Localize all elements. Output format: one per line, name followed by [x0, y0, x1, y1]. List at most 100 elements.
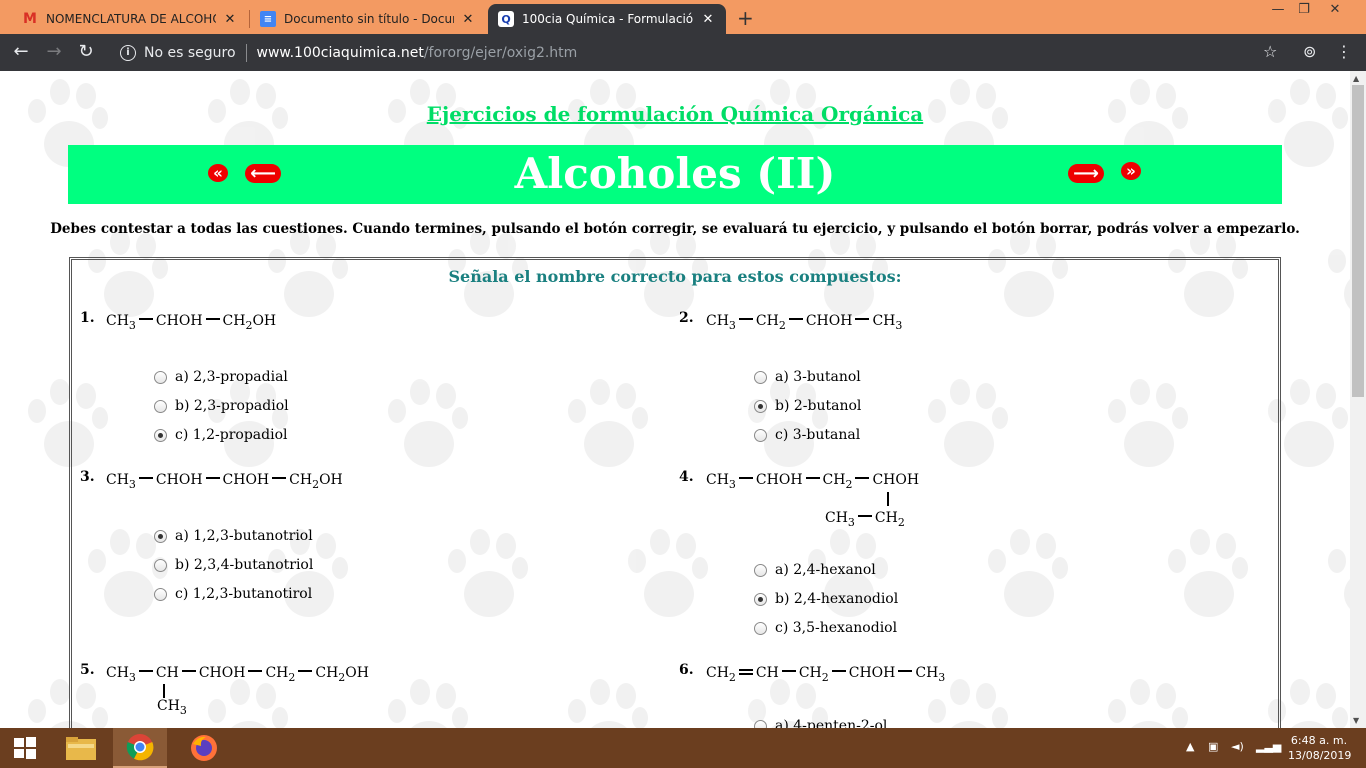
- option-label: a) 4-penten-2-ol: [775, 718, 888, 728]
- option-label: a) 3-butanol: [775, 369, 861, 385]
- question-number: 4.: [679, 469, 694, 485]
- windows-taskbar: ▲ ▣ ◄) ▂▃▅ 6:48 a. m. 13/08/2019: [0, 728, 1366, 768]
- tab-documento[interactable]: ≡ Documento sin título - Documen ✕: [250, 4, 486, 34]
- start-button[interactable]: [0, 728, 50, 768]
- question-box: Señala el nombre correcto para estos com…: [69, 257, 1281, 728]
- first-page-button[interactable]: «: [208, 164, 228, 182]
- volume-icon[interactable]: ◄): [1231, 740, 1244, 753]
- option-label: b) 2-butanol: [775, 398, 862, 414]
- folder-icon: [66, 737, 96, 760]
- site-q-icon: Q: [498, 11, 514, 27]
- option-q4-a[interactable]: a) 2,4-hexanol: [754, 562, 876, 578]
- close-icon[interactable]: ✕: [222, 12, 238, 27]
- radio-button[interactable]: [154, 370, 167, 384]
- question-number: 5.: [80, 662, 95, 678]
- radio-button[interactable]: [754, 621, 767, 635]
- radio-button[interactable]: [754, 719, 767, 728]
- scroll-down-icon[interactable]: ▼: [1353, 716, 1359, 725]
- question-number: 3.: [80, 469, 95, 485]
- forward-icon[interactable]: →: [42, 41, 66, 62]
- formula-q4-branch: CH3 CH2: [825, 510, 905, 529]
- radio-button[interactable]: [754, 563, 767, 577]
- option-label: c) 3,5-hexanodiol: [775, 620, 898, 636]
- option-q1-a[interactable]: a) 2,3-propadial: [154, 369, 288, 385]
- scrollbar-thumb[interactable]: [1352, 85, 1364, 397]
- back-icon[interactable]: ←: [9, 41, 33, 62]
- bookmark-star-icon[interactable]: ☆: [1263, 42, 1277, 61]
- double-right-arrow-icon: »: [1126, 162, 1136, 180]
- radio-button[interactable]: [154, 428, 167, 442]
- taskbar-chrome[interactable]: [113, 728, 167, 768]
- tab-100cia[interactable]: Q 100cia Química - Formulación de ✕: [488, 4, 726, 34]
- option-label: c) 3-butanal: [775, 427, 861, 443]
- option-q2-b[interactable]: b) 2-butanol: [754, 398, 861, 414]
- radio-button[interactable]: [754, 370, 767, 384]
- formula-q3: CH3 CHOH CHOH CH2OH: [106, 472, 343, 491]
- question-number: 6.: [679, 662, 694, 678]
- paw-print-decoration: [1320, 221, 1350, 331]
- right-arrow-icon: ⟶: [1073, 163, 1099, 184]
- option-q1-c[interactable]: c) 1,2-propadiol: [154, 427, 288, 443]
- option-q2-c[interactable]: c) 3-butanal: [754, 427, 860, 443]
- question-heading: Señala el nombre correcto para estos com…: [448, 267, 902, 286]
- option-label: a) 2,3-propadial: [175, 369, 288, 385]
- formula-q5-vertical-bond: [163, 684, 165, 698]
- option-q3-a[interactable]: a) 1,2,3-butanotriol: [154, 528, 313, 544]
- option-q4-b[interactable]: b) 2,4-hexanodiol: [754, 591, 898, 607]
- option-q3-b[interactable]: b) 2,3,4-butanotriol: [154, 557, 313, 573]
- option-q4-c[interactable]: c) 3,5-hexanodiol: [754, 620, 897, 636]
- url-path: /fororg/ejer/oxig2.htm: [423, 44, 578, 61]
- paw-print-decoration: [1320, 521, 1350, 631]
- taskbar-clock[interactable]: 6:48 a. m. 13/08/2019: [1288, 733, 1351, 763]
- radio-button[interactable]: [154, 399, 167, 413]
- site-title-link[interactable]: Ejercicios de formulación Química Orgáni…: [0, 102, 1350, 126]
- tab-title: Documento sin título - Documen: [284, 12, 454, 26]
- radio-button[interactable]: [154, 558, 167, 572]
- formula-q1: CH3 CHOH CH2OH: [106, 313, 277, 332]
- restore-icon[interactable]: ❐: [1289, 2, 1319, 17]
- tab-title: NOMENCLATURA DE ALCOHOLE: [46, 12, 216, 26]
- option-label: b) 2,4-hexanodiol: [775, 591, 899, 607]
- next-page-button[interactable]: ⟶: [1068, 163, 1104, 184]
- last-page-button[interactable]: »: [1121, 162, 1141, 180]
- menu-icon[interactable]: ⋮: [1336, 42, 1352, 61]
- question-number: 1.: [80, 310, 95, 326]
- tab-title: 100cia Química - Formulación de: [522, 12, 694, 26]
- radio-button[interactable]: [754, 428, 767, 442]
- close-icon[interactable]: ✕: [700, 12, 716, 27]
- radio-button[interactable]: [754, 592, 767, 606]
- info-icon[interactable]: i: [120, 44, 136, 61]
- option-q3-c[interactable]: c) 1,2,3-butanotirol: [154, 586, 312, 602]
- title-banner: Alcoholes (II) « ⟵ ⟶ »: [68, 145, 1282, 204]
- option-q6-a[interactable]: a) 4-penten-2-ol: [754, 718, 887, 728]
- windows-logo-icon: [14, 737, 36, 759]
- reload-icon[interactable]: ↻: [74, 41, 98, 62]
- formula-q2: CH3 CH2 CHOH CH3: [706, 313, 903, 332]
- previous-page-button[interactable]: ⟵: [245, 163, 281, 184]
- new-tab-button[interactable]: +: [737, 6, 754, 30]
- option-label: a) 1,2,3-butanotriol: [175, 528, 313, 544]
- radio-button[interactable]: [154, 587, 167, 601]
- taskbar-firefox[interactable]: [177, 728, 231, 768]
- incognito-icon[interactable]: ⊚: [1303, 42, 1316, 61]
- option-q1-b[interactable]: b) 2,3-propadiol: [154, 398, 289, 414]
- window-close-icon[interactable]: ✕: [1320, 2, 1350, 17]
- option-label: b) 2,3-propadiol: [175, 398, 289, 414]
- gmail-icon: M: [23, 11, 37, 27]
- tab-nomenclatura[interactable]: M NOMENCLATURA DE ALCOHOLE ✕: [12, 4, 248, 34]
- close-icon[interactable]: ✕: [460, 12, 476, 27]
- instructions-text: Debes contestar a todas las cuestiones. …: [50, 221, 1300, 237]
- scroll-up-icon[interactable]: ▲: [1353, 74, 1359, 83]
- double-left-arrow-icon: «: [213, 164, 223, 182]
- signal-icon[interactable]: ▂▃▅: [1256, 740, 1281, 753]
- browser-tab-strip: M NOMENCLATURA DE ALCOHOLE ✕ ≡ Documento…: [0, 0, 1366, 34]
- tray-overflow-icon[interactable]: ▲: [1186, 740, 1194, 753]
- option-q2-a[interactable]: a) 3-butanol: [754, 369, 861, 385]
- address-bar[interactable]: i No es seguro www.100ciaquimica.net/for…: [108, 39, 1294, 66]
- radio-button[interactable]: [754, 399, 767, 413]
- page-scrollbar[interactable]: ▲ ▼: [1350, 71, 1366, 728]
- radio-button[interactable]: [154, 529, 167, 543]
- taskbar-file-explorer[interactable]: [54, 728, 108, 768]
- web-page: Ejercicios de formulación Química Orgáni…: [0, 71, 1350, 728]
- network-icon[interactable]: ▣: [1208, 740, 1218, 753]
